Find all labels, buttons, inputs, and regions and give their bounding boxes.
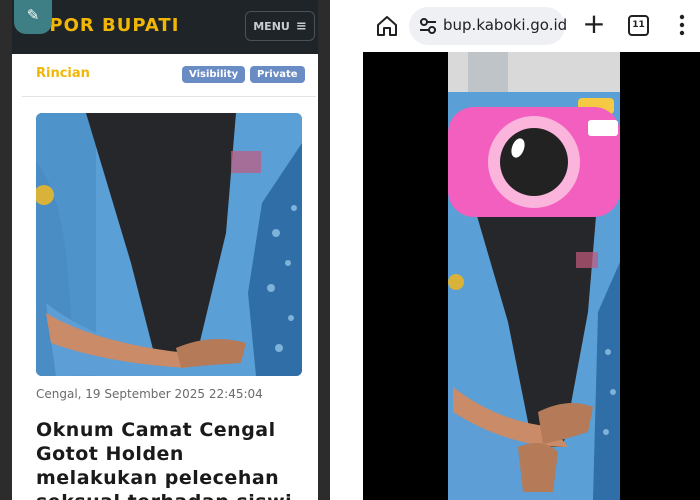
tab-switcher-button[interactable]: 11 xyxy=(628,15,649,36)
report-date: Cengal, 19 September 2025 22:45:04 xyxy=(36,387,263,401)
visibility-badge: Visibility xyxy=(182,66,246,83)
camera-sticker-icon xyxy=(448,98,620,217)
right-phone-screenshot: bup.kaboki.go.id + 11 xyxy=(363,0,700,500)
browser-toolbar: bup.kaboki.go.id + 11 xyxy=(363,0,700,52)
photo-illustration xyxy=(36,113,302,376)
private-badge: Private xyxy=(250,66,305,83)
article-photo[interactable] xyxy=(36,113,302,376)
report-headline: Oknum Camat Cengal Gotot Holden melakuka… xyxy=(36,419,292,500)
detail-card-header: Rincian Visibility Private xyxy=(22,60,316,97)
hamburger-icon: ≡ xyxy=(295,18,307,34)
new-tab-plus-icon[interactable]: + xyxy=(579,10,609,40)
address-bar[interactable]: bup.kaboki.go.id xyxy=(409,7,568,45)
menu-label: MENU xyxy=(253,19,290,33)
home-icon[interactable] xyxy=(375,14,399,38)
photo-illustration-right xyxy=(448,52,620,500)
card-title: Rincian xyxy=(36,66,90,81)
url-text: bup.kaboki.go.id xyxy=(443,16,568,34)
left-phone-screenshot: LAPOR BUPATI ✎ MENU ≡ Rincian Visibility… xyxy=(0,0,330,500)
left-screen-edge xyxy=(0,0,12,500)
more-options-icon[interactable] xyxy=(677,12,687,38)
menu-button[interactable]: MENU ≡ xyxy=(245,11,315,41)
image-viewer xyxy=(363,52,700,500)
viewed-photo[interactable] xyxy=(448,52,620,500)
edit-pencil-icon[interactable]: ✎ xyxy=(14,0,52,34)
site-settings-icon[interactable] xyxy=(419,18,437,34)
right-screen-edge xyxy=(318,0,330,500)
